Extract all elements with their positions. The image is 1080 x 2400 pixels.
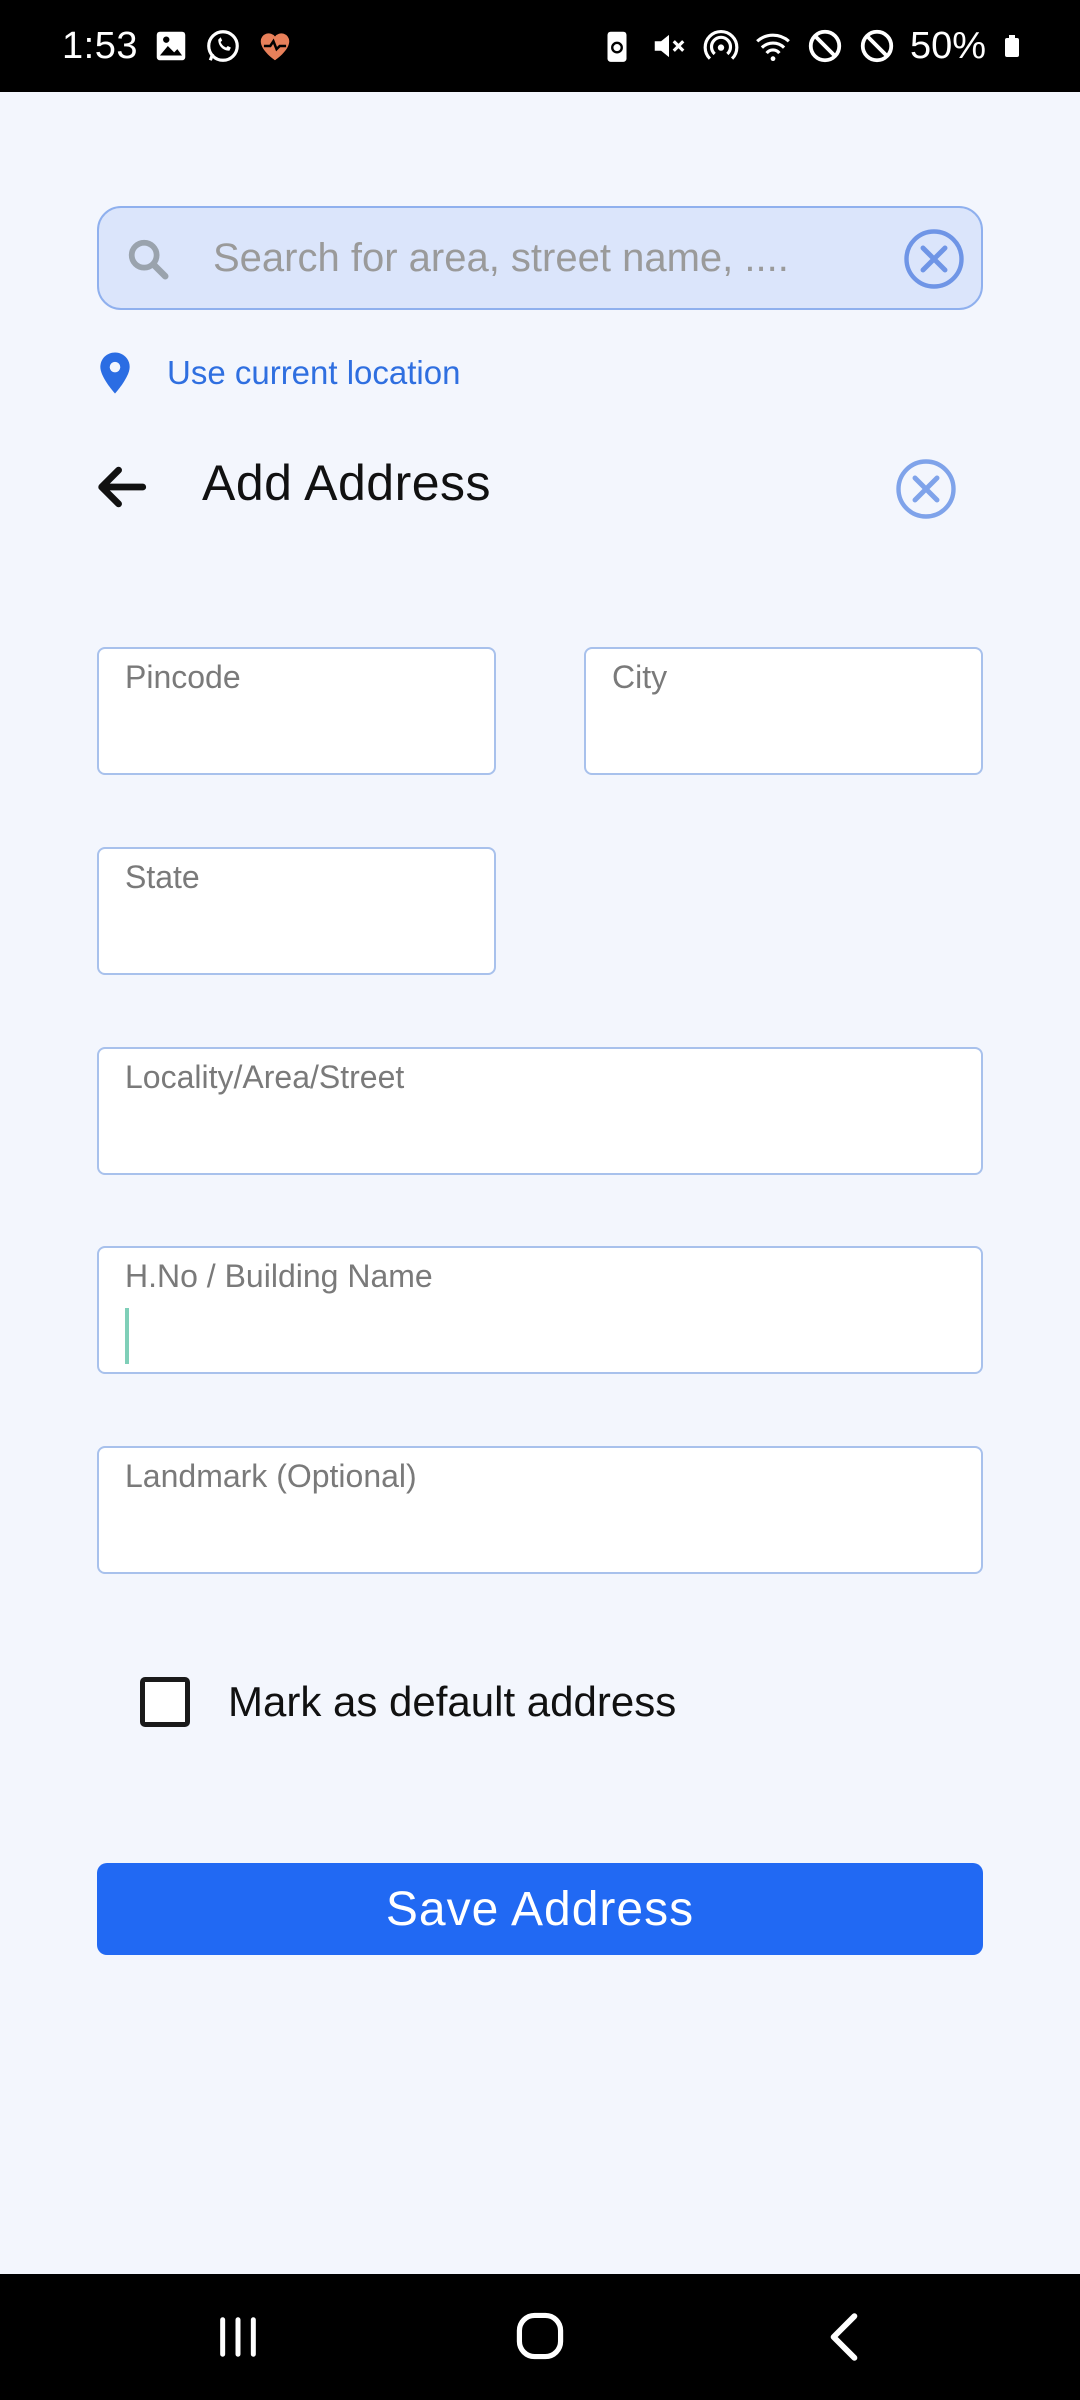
search-bar <box>97 206 983 310</box>
pincode-field[interactable]: Pincode <box>97 647 496 775</box>
hotspot-icon <box>703 30 739 60</box>
status-time: 1:53 <box>62 24 138 67</box>
use-current-location-link[interactable]: Use current location <box>97 345 460 401</box>
status-bar: 1:53 50% <box>0 0 1080 92</box>
building-name-field[interactable]: H.No / Building Name <box>97 1246 983 1374</box>
city-input[interactable] <box>612 705 961 763</box>
gallery-icon <box>156 31 186 61</box>
mute-icon <box>654 34 685 58</box>
landmark-field[interactable]: Landmark (Optional) <box>97 1446 983 1574</box>
battery-saver-icon <box>607 31 627 62</box>
pincode-input[interactable] <box>125 705 474 763</box>
recent-apps-icon[interactable] <box>214 2314 262 2360</box>
default-address-checkbox[interactable] <box>140 1677 190 1727</box>
wifi-icon <box>756 33 790 62</box>
city-label: City <box>612 659 668 695</box>
locality-field[interactable]: Locality/Area/Street <box>97 1047 983 1175</box>
state-field[interactable]: State <box>97 847 496 975</box>
building-name-label: H.No / Building Name <box>125 1258 433 1294</box>
building-name-input[interactable] <box>135 1304 961 1362</box>
locality-label: Locality/Area/Street <box>125 1059 405 1095</box>
home-icon[interactable] <box>514 2310 566 2362</box>
search-input[interactable] <box>213 208 873 308</box>
navigation-bar <box>0 2274 1080 2400</box>
back-arrow-icon[interactable] <box>92 458 150 516</box>
dnd-icon <box>808 29 842 63</box>
landmark-input[interactable] <box>125 1504 961 1562</box>
default-address-label: Mark as default address <box>228 1678 677 1725</box>
pincode-label: Pincode <box>125 659 241 695</box>
whatsapp-icon <box>207 30 239 62</box>
landmark-label: Landmark (Optional) <box>125 1458 417 1494</box>
status-right: 50% <box>598 25 1024 68</box>
close-icon[interactable] <box>893 456 959 522</box>
status-left: 1:53 <box>62 25 294 68</box>
nav-back-icon[interactable] <box>826 2312 862 2362</box>
battery-icon <box>1005 35 1019 57</box>
clear-search-icon[interactable] <box>901 226 967 292</box>
city-field[interactable]: City <box>584 647 983 775</box>
default-address-toggle[interactable]: Mark as default address <box>140 1674 676 1730</box>
health-icon <box>260 33 290 61</box>
save-address-button[interactable]: Save Address <box>97 1863 983 1955</box>
text-cursor <box>125 1308 129 1364</box>
state-label: State <box>125 859 200 895</box>
battery-percent: 50% <box>909 24 986 67</box>
locality-input[interactable] <box>125 1105 961 1163</box>
state-input[interactable] <box>125 905 474 963</box>
blocked-icon <box>860 29 894 63</box>
location-pin-icon <box>100 352 130 394</box>
search-icon <box>128 239 169 280</box>
use-current-location-label: Use current location <box>167 354 461 391</box>
page-title: Add Address <box>202 455 492 511</box>
